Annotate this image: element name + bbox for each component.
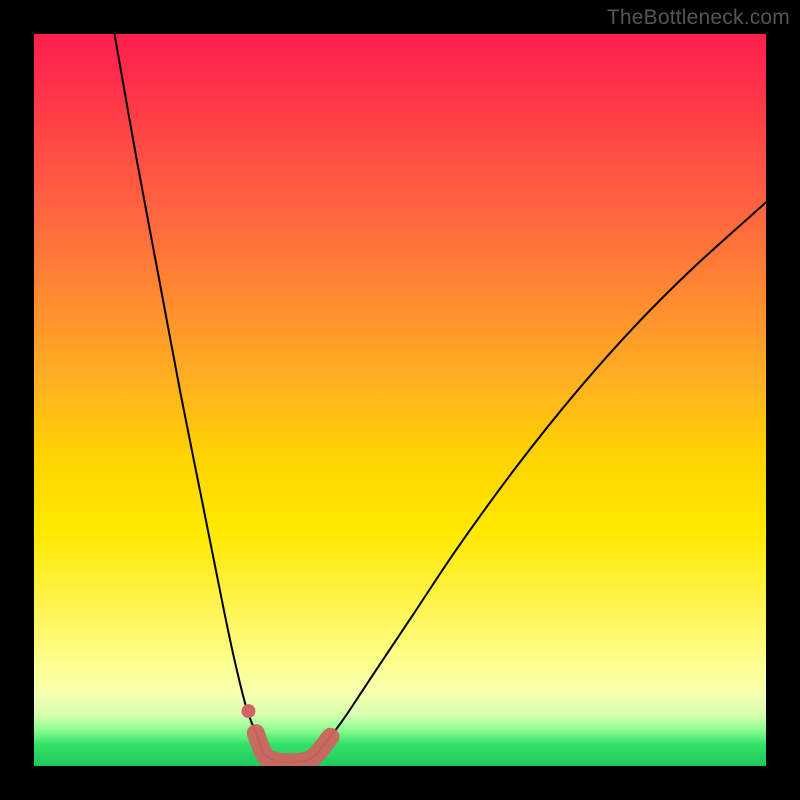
plot-area [34,34,766,766]
left-branch-curve [115,34,265,755]
right-branch-curve [316,202,766,755]
watermark-text: TheBottleneck.com [607,6,790,30]
curve-layer [34,34,766,766]
highlight-segment [256,733,331,762]
highlight-dot [241,704,255,718]
chart-frame: TheBottleneck.com [0,0,800,800]
